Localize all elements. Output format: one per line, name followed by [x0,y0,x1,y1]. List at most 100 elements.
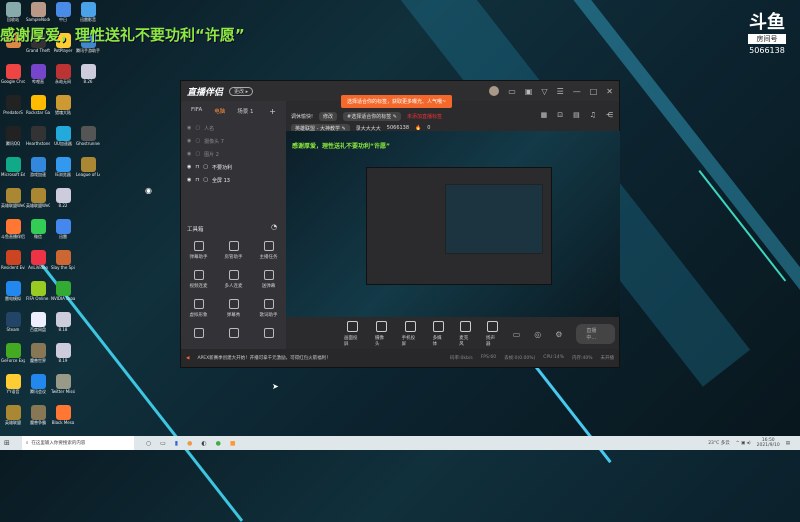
control-button[interactable]: 多媒体 [433,321,446,347]
desktop-icon[interactable]: UU加速器 [51,126,75,157]
layer-item[interactable]: ◉ ▢ 图片 2 [181,148,286,161]
eye-icon[interactable]: ◉ [187,177,191,184]
cortana-icon[interactable]: ○ [146,440,151,447]
clock[interactable]: 16:50 2021/9/10 [757,438,780,448]
add-scene-button[interactable]: + [269,107,276,116]
timer-icon[interactable]: ◔ [271,223,277,231]
record-icon[interactable]: ▭ [513,330,521,339]
tool-button[interactable]: 弹幕助手 [181,241,216,270]
desktop-icon[interactable]: League of Legends [76,157,100,188]
desktop-icon[interactable]: 游戏加速 [26,157,50,188]
bell-icon[interactable]: ♫ [590,111,596,119]
desktop-icon[interactable]: GeForce Experience [1,343,25,374]
desktop-icon[interactable]: Ghostrunner [76,126,100,157]
desktop-icon[interactable]: 英雄联盟 [1,405,25,436]
tool-button[interactable]: 主播任务 [251,241,286,270]
gift-icon[interactable]: ▦ [541,111,548,119]
taskbar-app-icon[interactable]: ● [216,440,221,447]
desktop-icon[interactable]: Steam [1,312,25,343]
tool-button[interactable]: 弹幕秀 [216,299,251,328]
desktop-icon[interactable]: 8.22 [51,188,75,219]
desktop-icon[interactable]: 魔兽世界 [26,343,50,374]
tag-selector[interactable]: #选择适合你的标签 ✎ [343,111,402,121]
layer-item[interactable]: ◉ ▢ 人名 [181,122,286,135]
desktop-icon[interactable]: YY语音 [1,374,25,405]
control-button[interactable]: 摄像头 [375,321,388,347]
tray-icons[interactable]: ^ ▣ ◂) [736,441,751,446]
share-icon[interactable]: ⋲ [606,111,613,119]
desktop-icon[interactable]: 微信 [26,219,50,250]
desktop-icon[interactable]: Resident Evil 5 [1,250,25,281]
control-button[interactable]: 扬声器 [486,321,499,347]
desktop-icon[interactable]: PredatorS [1,95,25,126]
shirt-icon[interactable]: ▽ [541,87,547,96]
desktop-icon[interactable]: Slay the Spire [51,250,75,281]
lock-icon[interactable]: ⊡ [557,111,563,119]
desktop-icon[interactable]: Rockstar Games [26,95,50,126]
desktop-icon[interactable]: 猎魂大陆 [51,95,75,126]
start-icon[interactable]: ⊞ [4,439,10,447]
desktop-icon[interactable]: FIFA Online 4 [26,281,50,312]
lock-icon[interactable]: ⊓ [195,177,199,184]
notice-text[interactable]: APEX新赛季创建大开始！开播可拿千元激励，可得红包火箭福利！ [197,355,330,361]
lock-icon[interactable]: ⊓ [195,164,199,171]
tool-button[interactable]: 房管助手 [216,241,251,270]
desktop-icon[interactable]: 永劫无间 [51,64,75,95]
box-icon[interactable]: ▤ [573,111,580,119]
desktop-icon[interactable]: 腾讯会议 [26,374,50,405]
layer-item[interactable]: ◉ ⊓ ▢ 不要功利 [181,161,286,174]
desktop-icon[interactable]: Google Chrome [1,64,25,95]
desktop-icon[interactable]: 迅雷 [51,219,75,250]
menu-icon[interactable]: ☰ [557,87,564,96]
taskbar-app-icon[interactable]: ▮ [175,440,178,447]
desktop-icon[interactable]: 百度网盘 [26,312,50,343]
desktop-icon[interactable]: 腾讯QQ [1,126,25,157]
desktop-icon[interactable]: 英雄联盟WeGame版 [1,188,25,219]
desktop-icon[interactable]: NVIDIA Broadcast [51,281,75,312]
layer-item[interactable]: ◉ ▢ 摄像头 7 [181,135,286,148]
control-button[interactable]: 麦克风 [459,321,472,347]
desktop-icon[interactable]: Twitter Mission [51,374,75,405]
tab-fifa[interactable]: FIFA [191,107,202,116]
version-badge[interactable]: 更改 ▸ [229,86,254,96]
layer-item[interactable]: ◉ ⊓ ▢ 全屏 13 [181,174,286,187]
notification-icon[interactable]: ▤ [786,441,790,446]
eye-icon[interactable]: ◉ [187,151,191,158]
task-view-icon[interactable]: ▭ [160,440,166,447]
settings-icon[interactable]: ⚙ [555,330,562,339]
tab-computer[interactable]: 电脑 [214,107,225,116]
stream-preview[interactable]: 感谢厚爱，理性送礼不要功利“许愿” [286,131,620,317]
go-live-button[interactable]: 直播中... [576,324,616,344]
wegame-desktop-icon[interactable]: ◉ [145,186,152,195]
taskbar-search[interactable]: ⌕ 在这里输入你要搜索的内容 [21,436,134,450]
desktop-icon[interactable]: 哔哩直 [26,64,50,95]
message-icon[interactable]: ▭ [508,87,516,96]
tool-button[interactable]: 视频连麦 [181,270,216,299]
weather[interactable]: 23°C 多云 [708,440,730,446]
tool-button[interactable]: 虚拟形象 [181,299,216,328]
tool-button[interactable]: 送弹幕 [251,270,286,299]
eye-icon[interactable]: ◉ [187,138,191,145]
desktop-icon[interactable]: 8.26 [76,64,100,95]
eye-icon[interactable]: ◎ [534,330,541,339]
desktop-icon[interactable]: 魔兽争霸 [26,405,50,436]
desktop-icon[interactable]: Black Mesa [51,405,75,436]
eye-icon[interactable]: ◉ [187,164,191,171]
desktop-icon[interactable]: IE浏览器 [51,157,75,188]
edit-title-button[interactable]: 修改 [319,111,338,121]
minimize-icon[interactable]: — [573,87,581,96]
desktop-icon[interactable]: 斗鱼直播伴侣 [1,219,25,250]
live-companion-taskbar-icon[interactable]: ■ [230,440,236,447]
maximize-icon[interactable]: □ [590,87,598,96]
avatar[interactable] [489,86,500,96]
close-icon[interactable]: ✕ [606,87,613,96]
tool-button[interactable]: 歌词助手 [251,299,286,328]
chrome-icon[interactable]: ● [187,440,192,447]
desktop-icon[interactable]: AnLiVideo [26,250,50,281]
control-button[interactable]: 手机投屏 [402,321,419,347]
desktop-icon[interactable]: Microsoft Edge [1,157,25,188]
desktop-icon[interactable]: Hearthstone Deck Track [26,126,50,157]
eye-icon[interactable]: ◉ [187,125,191,132]
control-button[interactable]: 画面投屏 [344,321,361,347]
desktop-icon[interactable]: 8.18 [51,312,75,343]
